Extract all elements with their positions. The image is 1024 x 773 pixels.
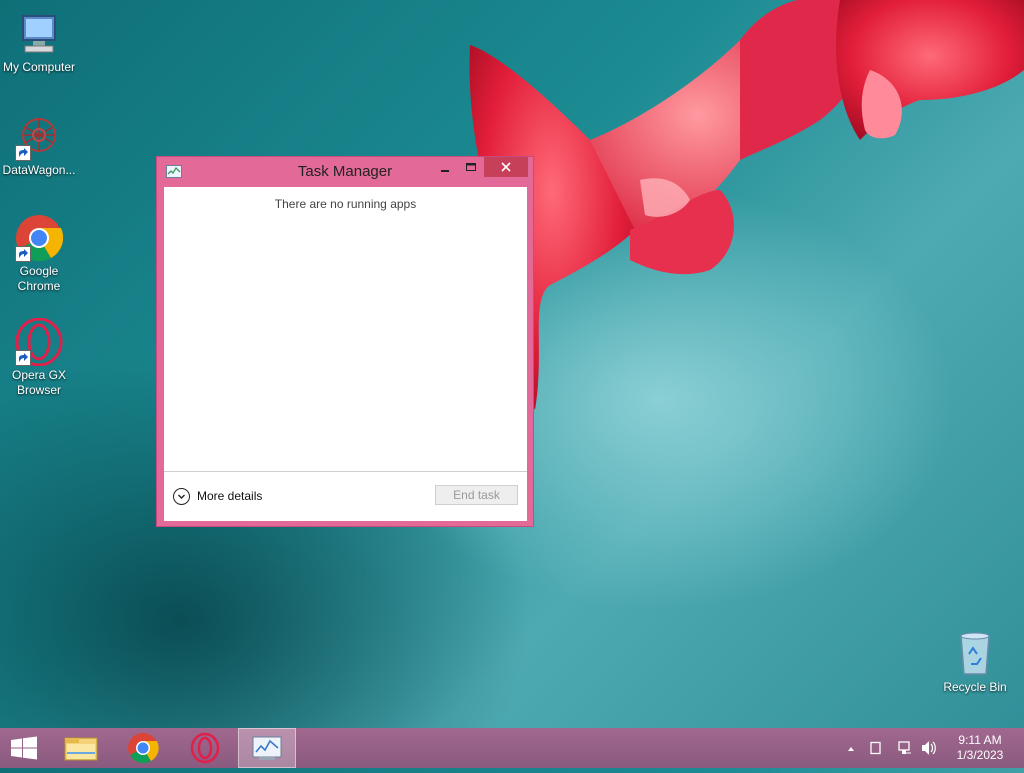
clock-time: 9:11 AM bbox=[958, 733, 1002, 747]
taskbar-chrome[interactable] bbox=[114, 728, 172, 768]
network-icon[interactable] bbox=[898, 741, 911, 754]
desktop-icon-my-computer[interactable]: My Computer bbox=[0, 10, 78, 75]
opera-gx-icon bbox=[15, 317, 63, 367]
file-explorer-icon bbox=[64, 737, 98, 761]
desktop-icon-label: My Computer bbox=[2, 60, 76, 74]
desktop-icon-label: Opera GX Browser bbox=[11, 368, 67, 397]
system-tray bbox=[840, 728, 940, 768]
desktop-icon-opera-gx[interactable]: Opera GX Browser bbox=[0, 317, 78, 398]
taskbar: 9:11 AM 1/3/2023 bbox=[0, 728, 1024, 768]
task-manager-window[interactable]: Task Manager There are no running apps M… bbox=[156, 156, 534, 527]
desktop-icon-label: Google Chrome bbox=[17, 264, 61, 293]
task-manager-footer: More details End task bbox=[164, 471, 527, 521]
my-computer-icon bbox=[15, 10, 63, 58]
more-details-label: More details bbox=[197, 489, 263, 503]
task-manager-titlebar[interactable]: Task Manager bbox=[157, 157, 533, 187]
chevron-down-icon bbox=[173, 487, 190, 505]
volume-icon[interactable] bbox=[922, 741, 936, 755]
desktop-icon-label: Recycle Bin bbox=[943, 680, 1007, 694]
shortcut-arrow-icon bbox=[15, 350, 31, 366]
start-icon bbox=[11, 736, 37, 760]
empty-apps-message: There are no running apps bbox=[274, 197, 417, 211]
action-center-icon[interactable] bbox=[870, 741, 881, 755]
taskbar-task-manager[interactable] bbox=[238, 728, 296, 768]
shortcut-arrow-icon bbox=[15, 246, 31, 262]
close-icon bbox=[501, 162, 511, 172]
start-button[interactable] bbox=[0, 728, 48, 768]
recycle-bin-icon bbox=[951, 630, 999, 678]
taskbar-clock[interactable]: 9:11 AM 1/3/2023 bbox=[944, 733, 1016, 763]
taskbar-file-explorer[interactable] bbox=[52, 728, 110, 768]
datawagon-icon bbox=[15, 113, 63, 161]
taskbar-opera-gx[interactable] bbox=[176, 728, 234, 768]
chrome-icon bbox=[128, 733, 159, 764]
end-task-button[interactable]: End task bbox=[435, 485, 518, 505]
show-hidden-icons[interactable] bbox=[848, 747, 854, 751]
clock-date: 1/3/2023 bbox=[956, 748, 1004, 762]
task-manager-icon bbox=[252, 736, 282, 760]
minimize-button[interactable] bbox=[431, 157, 459, 177]
close-button[interactable] bbox=[484, 157, 528, 177]
chrome-icon bbox=[15, 214, 64, 262]
more-details-button[interactable]: More details bbox=[173, 486, 262, 506]
task-manager-body: There are no running apps More details E… bbox=[164, 187, 527, 521]
maximize-button[interactable] bbox=[457, 157, 485, 177]
desktop-icon-datawagon[interactable]: DataWagon... bbox=[0, 113, 78, 178]
opera-gx-icon bbox=[190, 732, 220, 764]
desktop-icon-google-chrome[interactable]: Google Chrome bbox=[0, 214, 78, 294]
desktop-icon-recycle-bin[interactable]: Recycle Bin bbox=[936, 630, 1014, 695]
desktop-icon-label: DataWagon... bbox=[2, 163, 76, 177]
shortcut-arrow-icon bbox=[15, 145, 31, 161]
